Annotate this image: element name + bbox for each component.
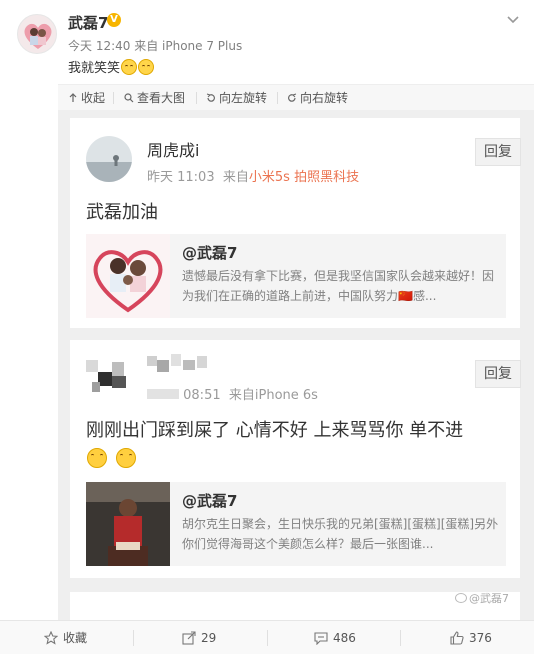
post-text-content: 我就笑笑 — [68, 61, 121, 76]
toolbar-divider — [113, 92, 114, 104]
rotate-right-icon — [288, 93, 297, 102]
blurred-date — [147, 389, 179, 399]
collapse-button[interactable]: 收起 — [68, 90, 105, 106]
collapse-label: 收起 — [81, 91, 106, 105]
post-image[interactable]: 周虎成i 昨天 11:03 来自小米5s 拍照黑科技 回复 武磊加油 @武磊7 … — [58, 110, 534, 620]
comment-card: 08:51 来自iPhone 6s 回复 刚刚出门踩到屎了 心情不好 上来骂骂你… — [70, 340, 521, 578]
repost-count: 29 — [201, 631, 217, 645]
comment-text-content: 刚刚出门踩到屎了 心情不好 上来骂骂你 单不进 — [86, 420, 464, 441]
media-toolbar: 收起 查看大图 向左旋转 向右旋转 — [58, 84, 534, 110]
comment-icon — [314, 632, 328, 646]
post-action-bar: 收藏 29 486 376 — [0, 620, 534, 654]
laugh-tears-emoji-icon — [138, 59, 155, 75]
comment-meta: 08:51 来自iPhone 6s — [147, 384, 318, 403]
quoted-post[interactable]: @武磊7 遗憾最后没有拿下比赛，但是我坚信国家队会越来越好！因为我们在正确的道路… — [86, 234, 506, 318]
quoted-author: @武磊7 — [182, 492, 238, 510]
comment-time: 昨天 11:03 — [147, 170, 215, 185]
verified-badge: V — [107, 13, 121, 27]
rotate-left-button[interactable]: 向左旋转 — [206, 90, 267, 106]
laugh-tears-emoji-icon — [121, 59, 138, 75]
post-header: 武磊7 V 今天 12:40 来自 iPhone 7 Plus — [0, 0, 534, 60]
rotate-left-icon — [206, 93, 215, 102]
action-divider — [133, 630, 134, 646]
comment-meta: 昨天 11:03 来自小米5s 拍照黑科技 — [147, 166, 359, 185]
post-meta: 今天 12:40 来自 iPhone 7 Plus — [68, 39, 243, 53]
comment-device: iPhone 6s — [254, 388, 318, 403]
source-prefix: 来自 — [222, 170, 249, 185]
favorite-button[interactable]: 收藏 — [43, 630, 88, 646]
quoted-author: @武磊7 — [182, 244, 238, 262]
rotate-right-label: 向右旋转 — [300, 91, 349, 105]
rotate-left-label: 向左旋转 — [219, 91, 268, 105]
commenter-name[interactable]: 周虎成i — [147, 137, 199, 161]
toolbar-divider — [196, 92, 197, 104]
toolbar-divider — [277, 92, 278, 104]
commenter-avatar[interactable] — [86, 136, 132, 182]
like-count: 376 — [469, 631, 492, 645]
action-divider — [267, 630, 268, 646]
view-large-label: 查看大图 — [137, 91, 186, 105]
star-icon — [43, 630, 59, 645]
chevron-down-icon[interactable] — [506, 12, 520, 26]
search-icon — [124, 93, 134, 103]
reply-button[interactable]: 回复 — [475, 138, 521, 166]
comment-text: 刚刚出门踩到屎了 心情不好 上来骂骂你 单不进 — [86, 416, 526, 446]
post-text: 我就笑笑 — [68, 58, 155, 80]
crying-emoji-icon — [87, 448, 107, 468]
weibo-logo-icon — [455, 593, 467, 603]
reply-button[interactable]: 回复 — [475, 360, 521, 388]
repost-icon — [182, 631, 196, 645]
quoted-post[interactable]: @武磊7 胡尔克生日聚会，生日快乐我的兄弟[蛋糕][蛋糕][蛋糕]另外你们觉得海… — [86, 482, 506, 566]
rotate-right-button[interactable]: 向右旋转 — [287, 90, 348, 106]
comment-count: 486 — [333, 631, 356, 645]
quoted-text: 遗憾最后没有拿下比赛，但是我坚信国家队会越来越好！因为我们在正确的道路上前进，中… — [182, 269, 495, 303]
collapse-arrow-icon — [69, 93, 77, 102]
view-large-button[interactable]: 查看大图 — [124, 90, 185, 106]
author-avatar[interactable] — [17, 14, 57, 54]
comment-time: 08:51 — [183, 388, 221, 403]
watermark-text: @武磊7 — [469, 592, 509, 605]
like-button[interactable]: 376 — [450, 630, 492, 646]
crying-emoji-icon — [116, 448, 137, 468]
comment-card: 周虎成i 昨天 11:03 来自小米5s 拍照黑科技 回复 武磊加油 @武磊7 … — [70, 118, 521, 328]
source-prefix: 来自 — [228, 388, 255, 403]
author-name[interactable]: 武磊7 — [68, 12, 108, 33]
thumbs-up-icon — [450, 631, 464, 645]
quoted-post-thumbnail — [86, 234, 170, 318]
comment-device[interactable]: 小米5s 拍照黑科技 — [249, 170, 359, 185]
quoted-post-thumbnail — [86, 482, 170, 566]
quoted-text: 胡尔克生日聚会，生日快乐我的兄弟[蛋糕][蛋糕][蛋糕]另外你们觉得海哥这个美颜… — [182, 517, 499, 551]
weibo-watermark: @武磊7 — [455, 590, 509, 606]
comment-emoji-row — [86, 448, 137, 469]
comment-text: 武磊加油 — [86, 202, 158, 223]
commenter-name-blurred[interactable] — [147, 352, 217, 374]
comment-card-partial — [70, 592, 520, 620]
commenter-avatar-blurred[interactable] — [86, 352, 132, 398]
comment-button[interactable]: 486 — [314, 630, 356, 646]
favorite-label: 收藏 — [63, 631, 88, 645]
action-divider — [400, 630, 401, 646]
repost-button[interactable]: 29 — [182, 630, 216, 646]
